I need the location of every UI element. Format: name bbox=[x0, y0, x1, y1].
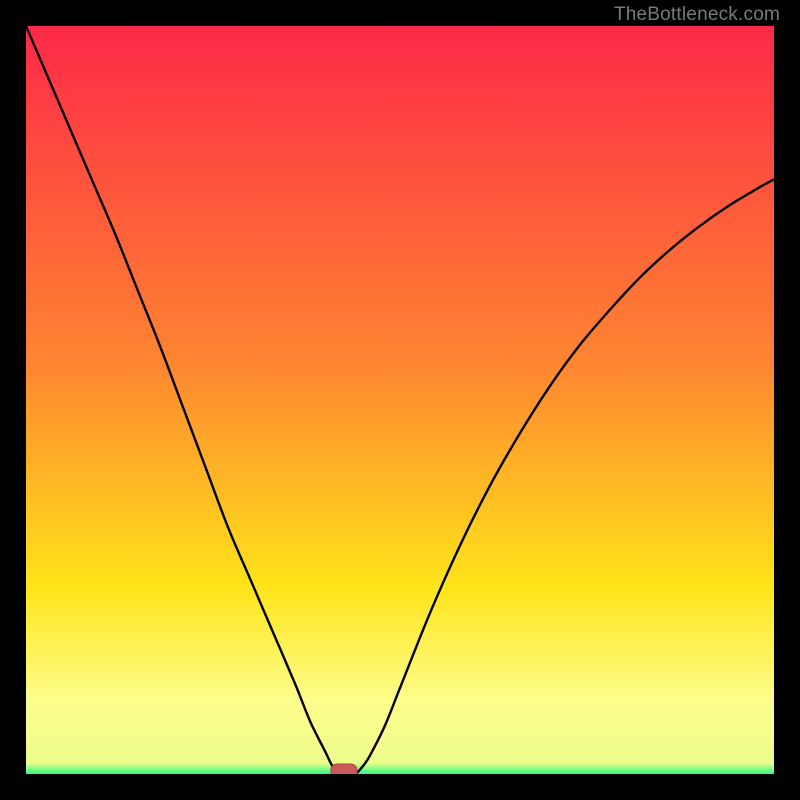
gradient-background bbox=[26, 26, 774, 774]
plot-area bbox=[26, 26, 774, 774]
chart-frame: TheBottleneck.com bbox=[0, 0, 800, 800]
bottleneck-chart bbox=[26, 26, 774, 774]
optimal-marker bbox=[331, 764, 357, 774]
watermark-text: TheBottleneck.com bbox=[614, 4, 780, 26]
